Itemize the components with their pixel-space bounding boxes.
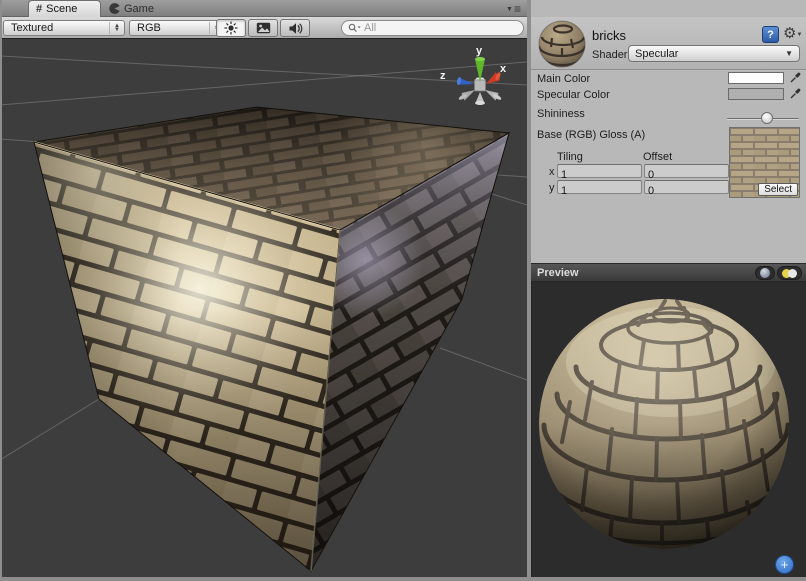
game-pacman-icon: [109, 3, 120, 14]
scene-lighting-toggle[interactable]: [216, 19, 246, 37]
gizmo-z-axis[interactable]: [456, 77, 474, 86]
offset-header: Offset: [643, 151, 672, 163]
scene-pane-menu-icon[interactable]: ▼≡: [506, 4, 521, 14]
color-mode-dropdown[interactable]: RGB ▲▼: [129, 20, 225, 36]
tab-game-label: Game: [124, 3, 154, 15]
tiling-y-field[interactable]: [557, 180, 642, 194]
tab-game[interactable]: Game: [109, 0, 154, 17]
material-header: bricks Shader Specular ▼ ? ⚙ ▼: [531, 17, 806, 70]
shininess-slider-knob[interactable]: [761, 112, 773, 124]
gizmo-negative-axes: [458, 90, 502, 105]
main-color-label: Main Color: [537, 73, 590, 85]
base-texture-label: Base (RGB) Gloss (A): [537, 129, 645, 141]
shader-label: Shader: [592, 49, 627, 61]
tiling-header: Tiling: [557, 151, 583, 163]
y-axis-label: y: [549, 182, 555, 194]
scene-3d-view: y x z: [0, 39, 527, 577]
scene-grid-icon: #: [36, 3, 42, 15]
scene-viewport[interactable]: y x z: [0, 39, 527, 577]
scene-cube[interactable]: [34, 107, 509, 571]
preview-lighting-button[interactable]: [777, 266, 802, 280]
main-color-swatch[interactable]: [728, 72, 784, 84]
tab-scene[interactable]: # Scene: [28, 0, 101, 17]
search-input[interactable]: [364, 22, 504, 34]
material-preview-area[interactable]: +: [531, 282, 806, 577]
chevron-down-icon: ▼: [796, 25, 802, 45]
skybox-fx-toggle[interactable]: [248, 19, 278, 37]
add-button[interactable]: +: [775, 555, 794, 574]
texture-slot[interactable]: Select: [729, 127, 800, 198]
updown-arrows-icon: ▲▼: [109, 22, 120, 34]
tiling-x-field[interactable]: [557, 164, 642, 178]
sphere-icon: [760, 268, 770, 278]
eyedropper-icon[interactable]: [789, 71, 802, 84]
scene-search-field[interactable]: [341, 20, 524, 36]
light-off-icon: [788, 269, 797, 278]
speaker-icon: [288, 22, 303, 35]
render-mode-dropdown[interactable]: Textured ▲▼: [3, 20, 125, 36]
tiling-y-input[interactable]: [558, 185, 641, 197]
texture-select-button[interactable]: Select: [758, 183, 798, 196]
settings-gear-button[interactable]: ⚙ ▼: [783, 25, 803, 43]
preview-shape-button[interactable]: [755, 266, 775, 280]
panel-splitter[interactable]: [527, 0, 531, 581]
material-name: bricks: [592, 28, 626, 43]
chevron-down-icon: ▼: [785, 49, 793, 58]
gizmo-z-label: z: [440, 70, 446, 82]
window-edge-left: [0, 0, 2, 581]
specular-color-label: Specular Color: [537, 89, 610, 101]
inspector-panel: i Inspector ▼≡: [531, 0, 806, 577]
specular-color-swatch[interactable]: [728, 88, 784, 100]
shininess-label: Shininess: [537, 108, 585, 120]
audio-toggle[interactable]: [280, 19, 310, 37]
color-mode-value: RGB: [137, 22, 209, 34]
scene-toolbar: Textured ▲▼ RGB ▲▼: [0, 17, 527, 39]
shader-value: Specular: [635, 48, 678, 60]
unity-editor-window: # Scene Game ▼≡ Textured ▲▼ RGB ▲▼: [0, 0, 806, 581]
render-mode-value: Textured: [11, 22, 109, 34]
material-sphere-thumbnail: [538, 20, 586, 68]
sun-icon: [224, 21, 238, 35]
preview-sphere[interactable]: [532, 282, 806, 577]
preview-header[interactable]: Preview: [531, 264, 806, 282]
offset-y-field[interactable]: [644, 180, 729, 194]
gizmo-x-label: x: [500, 63, 507, 75]
help-button[interactable]: ?: [762, 26, 779, 43]
eyedropper-icon[interactable]: [789, 87, 802, 100]
offset-x-field[interactable]: [644, 164, 729, 178]
scene-orientation-gizmo[interactable]: y x z: [440, 45, 507, 105]
preview-title: Preview: [531, 267, 579, 279]
gear-icon: ⚙: [783, 25, 796, 43]
scene-tabstrip: # Scene Game ▼≡: [0, 0, 527, 17]
x-axis-label: x: [549, 166, 555, 178]
inspector-body: bricks Shader Specular ▼ ? ⚙ ▼ Main Colo…: [531, 17, 806, 264]
tab-scene-label: Scene: [46, 3, 77, 15]
gizmo-y-label: y: [476, 45, 483, 57]
shader-dropdown[interactable]: Specular ▼: [628, 45, 800, 62]
shininess-slider[interactable]: [727, 118, 799, 120]
image-icon: [256, 22, 271, 34]
search-icon: [348, 23, 361, 33]
window-edge-bottom: [0, 577, 806, 581]
offset-y-input[interactable]: [645, 185, 728, 197]
